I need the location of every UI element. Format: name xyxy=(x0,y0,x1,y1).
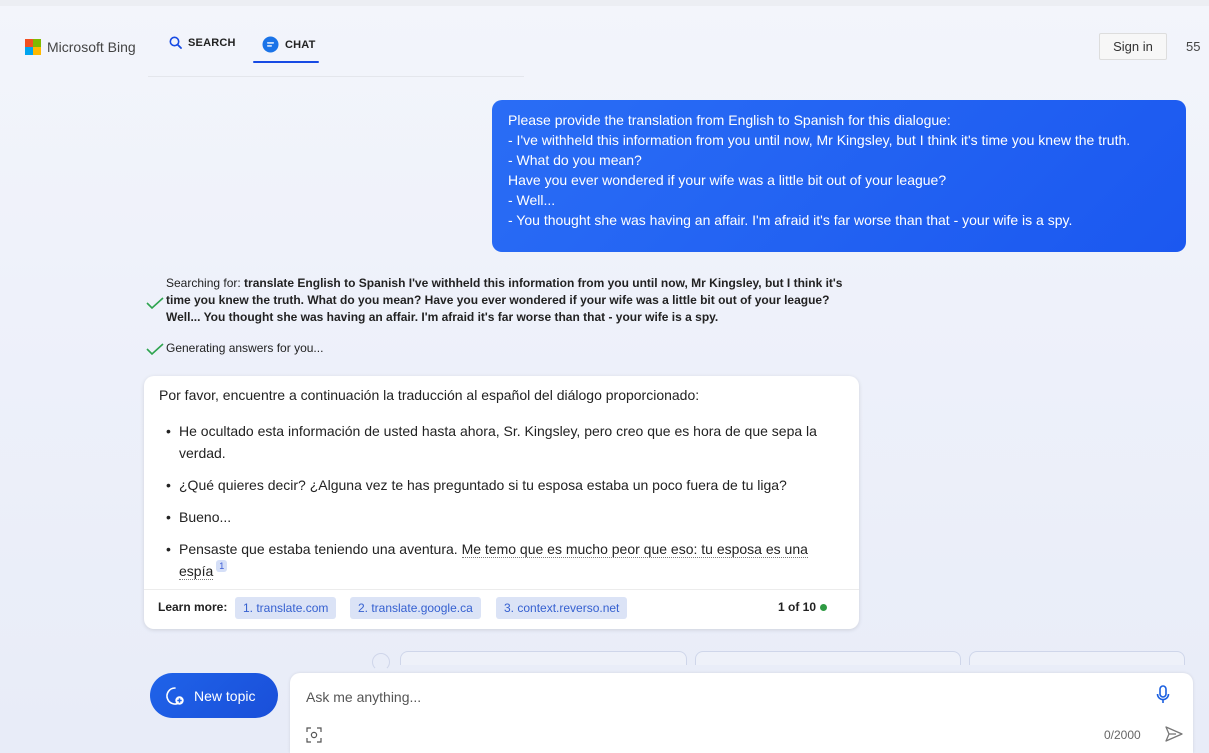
chat-composer: 0/2000 xyxy=(290,673,1193,753)
chat-input[interactable] xyxy=(306,685,1126,709)
microsoft-logo-icon xyxy=(25,39,41,55)
chat-icon xyxy=(262,36,279,53)
new-topic-label: New topic xyxy=(194,687,256,704)
new-topic-icon xyxy=(166,686,184,705)
citation-badge[interactable]: 1 xyxy=(216,560,228,572)
card-divider xyxy=(144,589,859,590)
searching-prefix: Searching for: xyxy=(166,276,245,290)
list-item: ¿Qué quieres decir? ¿Alguna vez te has p… xyxy=(164,474,844,496)
source-link[interactable]: 2. translate.google.ca xyxy=(350,597,481,619)
header-divider xyxy=(148,76,524,77)
user-message-bubble: Please provide the translation from Engl… xyxy=(492,100,1186,252)
user-message-line: - I've withheld this information from yo… xyxy=(508,132,1131,148)
sign-in-button[interactable]: Sign in xyxy=(1099,33,1167,60)
checkmark-icon xyxy=(146,343,164,355)
microphone-icon[interactable] xyxy=(1156,685,1170,705)
list-item: Bueno... xyxy=(164,506,844,528)
answer-list: He ocultado esta información de usted ha… xyxy=(164,420,844,592)
source-link[interactable]: 1. translate.com xyxy=(235,597,337,619)
searching-query: translate English to Spanish I've withhe… xyxy=(166,276,843,324)
nav-chat-label: CHAT xyxy=(285,38,316,51)
list-item: Pensaste que estaba teniendo una aventur… xyxy=(164,538,844,582)
brand-name: Microsoft Bing xyxy=(47,39,136,55)
generating-status: Generating answers for you... xyxy=(166,341,324,355)
suggestion-chip[interactable] xyxy=(695,651,961,665)
answer-card: Por favor, encuentre a continuación la t… xyxy=(144,376,859,629)
send-icon[interactable] xyxy=(1165,726,1183,742)
active-tab-indicator xyxy=(253,61,319,63)
user-message-line: - You thought she was having an affair. … xyxy=(508,212,1073,228)
list-item-text: Pensaste que estaba teniendo una aventur… xyxy=(179,541,462,557)
visual-search-icon[interactable] xyxy=(306,727,322,743)
user-message-line: - What do you mean? xyxy=(508,152,642,168)
status-dot xyxy=(820,603,828,611)
nav-chat[interactable]: CHAT xyxy=(262,36,316,53)
user-message-line: Have you ever wondered if your wife was … xyxy=(508,172,947,188)
response-counter-text: 1 of 10 xyxy=(778,600,817,614)
rewards-points[interactable]: 55 xyxy=(1186,39,1200,54)
user-message-line: - Well... xyxy=(508,192,556,208)
source-link[interactable]: 3. context.reverso.net xyxy=(496,597,628,619)
response-counter: 1 of 10 xyxy=(778,600,828,614)
learn-more-label: Learn more: xyxy=(158,600,228,614)
nav-search-label: SEARCH xyxy=(188,36,236,49)
user-message-line: Please provide the translation from Engl… xyxy=(508,112,951,128)
character-count: 0/2000 xyxy=(1104,728,1141,742)
searching-status: Searching for: translate English to Span… xyxy=(166,275,866,326)
list-item: He ocultado esta información de usted ha… xyxy=(164,420,844,464)
nav-search[interactable]: SEARCH xyxy=(169,36,236,49)
suggestion-chip[interactable] xyxy=(969,651,1185,665)
answer-intro: Por favor, encuentre a continuación la t… xyxy=(159,387,700,403)
suggestion-chip[interactable] xyxy=(400,651,687,665)
suggestion-toggle[interactable] xyxy=(372,653,390,671)
top-edge xyxy=(0,0,1209,6)
search-icon xyxy=(169,36,182,49)
bing-logo[interactable]: Microsoft Bing xyxy=(25,39,136,55)
checkmark-icon xyxy=(146,297,164,309)
new-topic-button[interactable]: New topic xyxy=(150,673,278,718)
